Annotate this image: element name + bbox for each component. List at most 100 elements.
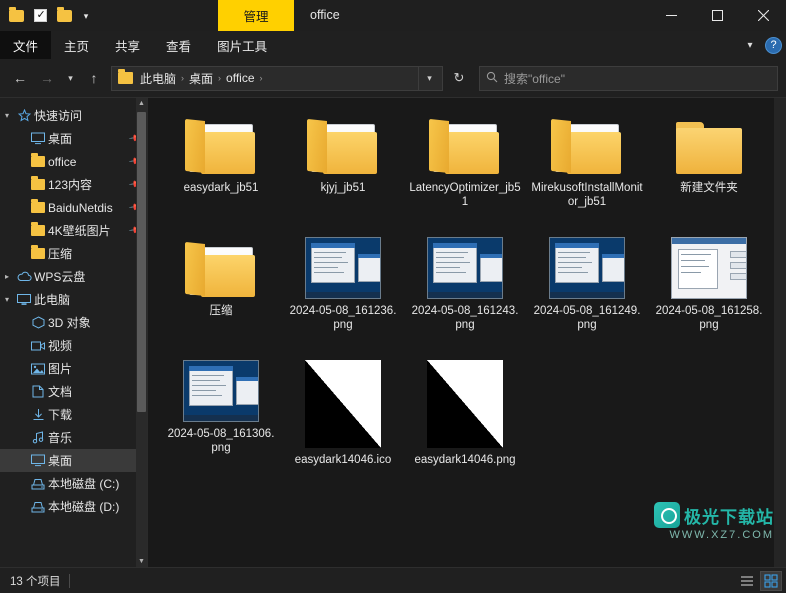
sidebar-item-label: office [48, 154, 77, 169]
folder-icon[interactable] [6, 6, 26, 26]
sidebar-item-3[interactable]: 123内容📌 [0, 173, 147, 196]
sidebar-item-label: 视频 [48, 339, 73, 353]
status-divider [68, 573, 70, 588]
search-icon [486, 71, 498, 86]
file-item[interactable]: 2024-05-08_161306.png [160, 354, 282, 477]
folder-icon [28, 176, 48, 190]
close-button[interactable] [740, 0, 786, 31]
screenshot-thumbnail [183, 360, 259, 422]
tile-view-icon[interactable] [760, 570, 782, 591]
sidebar-item-13[interactable]: 下载 [0, 403, 147, 426]
tab-picture-tools[interactable]: 图片工具 [204, 31, 280, 59]
breadcrumb-sep: › [218, 73, 222, 83]
breadcrumb-item-office[interactable]: office [223, 71, 257, 85]
screenshot-thumbnail [305, 237, 381, 299]
forward-button[interactable]: → [35, 66, 59, 90]
sidebar-item-17[interactable]: 本地磁盘 (D:) [0, 495, 147, 518]
sidebar-item-4[interactable]: BaiduNetdis📌 [0, 196, 147, 219]
sidebar-scrollbar[interactable]: ▲ ▼ [136, 98, 147, 567]
chevron-down-icon[interactable]: ▾ [739, 34, 761, 56]
folder-color-wheel-icon [185, 241, 257, 299]
file-name-label: 2024-05-08_161249.png [533, 305, 641, 331]
quick-access-toolbar: ✓ ▾ [0, 0, 94, 31]
search-input[interactable]: 搜索"office" [479, 65, 778, 91]
file-thumbnail [183, 114, 259, 176]
breadcrumb-item-this-pc[interactable]: 此电脑 [137, 70, 179, 87]
sidebar-item-6[interactable]: 压缩 [0, 242, 147, 265]
scroll-down-arrow-icon[interactable]: ▼ [136, 556, 147, 567]
back-button[interactable]: ← [8, 66, 32, 90]
sidebar-item-label: 音乐 [48, 431, 73, 445]
expander-icon[interactable]: ▾ [0, 295, 14, 304]
sidebar-item-0[interactable]: ▾ 快速访问 [0, 104, 147, 127]
tab-home[interactable]: 主页 [51, 31, 102, 59]
folder-icon [28, 222, 48, 236]
tab-file[interactable]: 文件 [0, 31, 52, 59]
sidebar-item-11[interactable]: 图片 [0, 357, 147, 380]
sidebar-item-8[interactable]: ▾ 此电脑 [0, 288, 147, 311]
new-folder-icon[interactable] [54, 6, 74, 26]
file-thumbnail [549, 114, 625, 176]
folder-icon [674, 120, 744, 176]
scroll-up-arrow-icon[interactable]: ▲ [136, 98, 147, 109]
properties-checkbox-icon[interactable]: ✓ [30, 6, 50, 26]
screenshot-thumbnail [671, 237, 747, 299]
sidebar-item-15[interactable]: 桌面 [0, 449, 147, 472]
watermark-logo-icon [654, 502, 680, 528]
refresh-button[interactable]: ↻ [446, 66, 472, 91]
file-item[interactable]: kjyj_jb51 [282, 108, 404, 231]
breadcrumb[interactable]: 此电脑 › 桌面 › office › ▾ [111, 65, 443, 91]
expander-icon[interactable]: ▸ [0, 272, 14, 281]
file-item[interactable]: easydark_jb51 [160, 108, 282, 231]
file-list-pane[interactable]: easydark_jb51 kjyj_jb51 LatencyOptimizer_j… [148, 98, 786, 567]
list-view-icon[interactable] [736, 571, 758, 591]
up-button[interactable]: ↑ [82, 66, 106, 90]
tab-view[interactable]: 查看 [153, 31, 204, 59]
file-item[interactable]: 2024-05-08_161243.png [404, 231, 526, 354]
file-item[interactable]: easydark14046.ico [282, 354, 404, 477]
file-item[interactable]: easydark14046.png [404, 354, 526, 477]
sidebar-item-16[interactable]: 本地磁盘 (C:) [0, 472, 147, 495]
help-icon[interactable]: ? [765, 36, 782, 54]
sidebar-item-2[interactable]: office📌 [0, 150, 147, 173]
ribbon-tab-row: 文件 主页 共享 查看 图片工具 ▾ ? [0, 31, 786, 59]
file-item[interactable]: MirekusoftInstallMonitor_jb51 [526, 108, 648, 231]
sidebar-item-14[interactable]: 音乐 [0, 426, 147, 449]
content-scrollbar[interactable] [774, 98, 786, 567]
computer-icon [14, 293, 34, 306]
sidebar-item-label: 本地磁盘 (D:) [48, 500, 120, 514]
sidebar-item-5[interactable]: 4K壁纸图片📌 [0, 219, 147, 242]
sidebar-item-9[interactable]: 3D 对象 [0, 311, 147, 334]
sidebar-item-label: 图片 [48, 362, 73, 376]
recent-locations-button[interactable]: ▾ [62, 66, 79, 90]
chevron-down-icon[interactable]: ▾ [78, 6, 94, 26]
tab-share[interactable]: 共享 [102, 31, 153, 59]
sidebar-item-label: WPS云盘 [34, 270, 86, 284]
sidebar-item-label: 此电脑 [34, 293, 71, 307]
folder-color-wheel-icon [429, 118, 501, 176]
maximize-button[interactable] [694, 0, 740, 31]
expander-icon[interactable]: ▾ [0, 111, 14, 120]
sidebar-item-1[interactable]: 桌面📌 [0, 127, 147, 150]
chevron-down-icon[interactable]: ▾ [418, 66, 440, 90]
file-item[interactable]: LatencyOptimizer_jb51 [404, 108, 526, 231]
file-item[interactable]: 2024-05-08_161258.png [648, 231, 770, 354]
sidebar-item-label: 本地磁盘 (C:) [48, 477, 120, 491]
file-item[interactable]: 2024-05-08_161236.png [282, 231, 404, 354]
context-tab-manage[interactable]: 管理 [218, 0, 294, 31]
file-name-label: 2024-05-08_161258.png [655, 305, 763, 331]
folder-color-wheel-icon [551, 118, 623, 176]
watermark: 极光下载站 WWW.XZ7.COM [654, 502, 774, 541]
sidebar-item-12[interactable]: 文档 [0, 380, 147, 403]
pictures-icon [28, 363, 48, 375]
minimize-button[interactable] [648, 0, 694, 31]
file-thumbnail [549, 237, 625, 299]
sidebar-item-label: 4K壁纸图片 [48, 224, 111, 238]
breadcrumb-item-desktop[interactable]: 桌面 [186, 70, 216, 87]
sidebar-scroll-thumb[interactable] [137, 112, 146, 412]
sidebar-item-10[interactable]: 视频 [0, 334, 147, 357]
file-item[interactable]: 压缩 [160, 231, 282, 354]
file-item[interactable]: 新建文件夹 [648, 108, 770, 231]
file-item[interactable]: 2024-05-08_161249.png [526, 231, 648, 354]
sidebar-item-7[interactable]: ▸ WPS云盘 [0, 265, 147, 288]
